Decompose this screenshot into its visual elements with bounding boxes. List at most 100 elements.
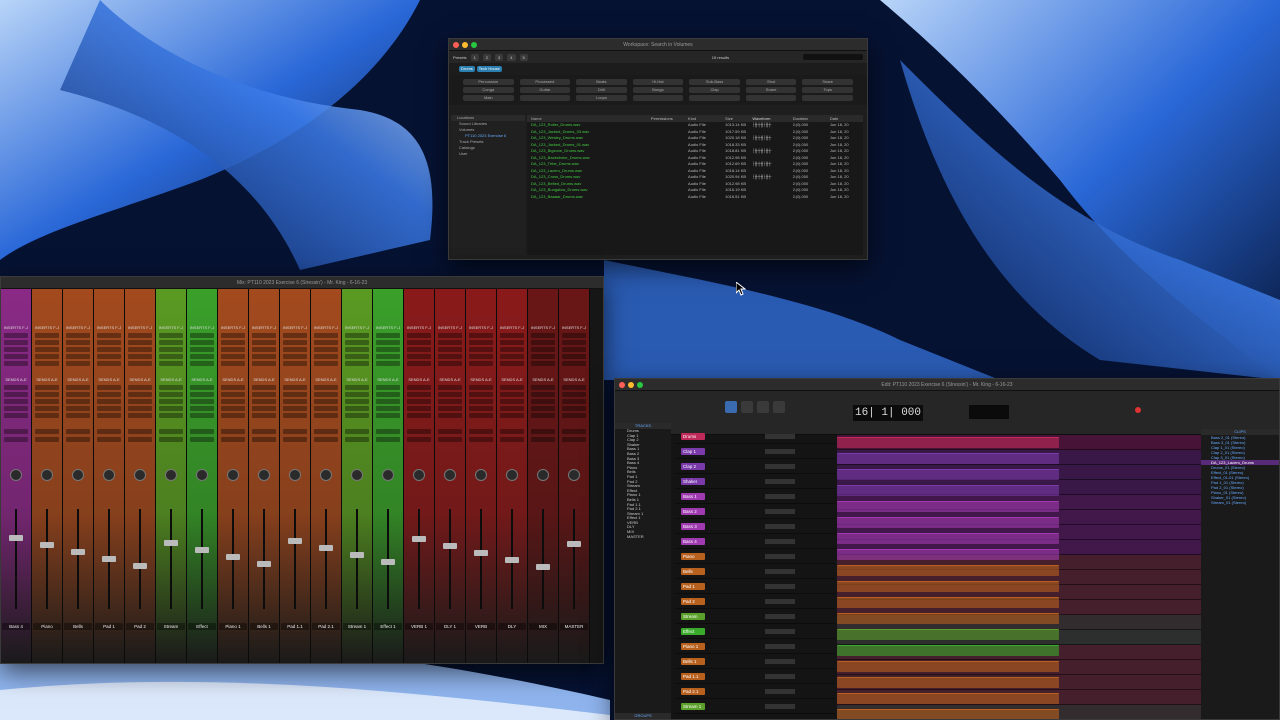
track-name[interactable]: Bass 3 <box>681 522 705 530</box>
insert-slot[interactable] <box>159 340 183 345</box>
send-slot[interactable] <box>159 406 183 411</box>
track-name[interactable]: Bells 1 <box>250 623 278 630</box>
tag-tech-house[interactable]: Tech House <box>476 66 502 72</box>
audio-clip[interactable] <box>837 469 1059 480</box>
category-button[interactable]: Main <box>463 95 514 101</box>
send-slot[interactable] <box>128 413 152 418</box>
pan-knob[interactable] <box>41 469 53 481</box>
io-selector[interactable] <box>376 437 400 442</box>
volume-fader[interactable] <box>71 549 85 555</box>
zoom-icon[interactable] <box>471 42 477 48</box>
track-name[interactable]: Piano <box>33 623 61 630</box>
io-selector[interactable] <box>128 429 152 434</box>
send-slot[interactable] <box>221 406 245 411</box>
insert-slot[interactable] <box>376 333 400 338</box>
insert-slot[interactable] <box>469 340 493 345</box>
send-slot[interactable] <box>252 406 276 411</box>
insert-slot[interactable] <box>438 361 462 366</box>
send-slot[interactable] <box>376 385 400 390</box>
send-slot[interactable] <box>531 392 555 397</box>
io-selector[interactable] <box>469 437 493 442</box>
file-row[interactable]: DA_123_Jacked_Drums_01.wav Audio File 1018… <box>527 141 863 148</box>
io-selector[interactable] <box>345 437 369 442</box>
insert-slot[interactable] <box>438 354 462 359</box>
insert-slot[interactable] <box>283 354 307 359</box>
insert-slot[interactable] <box>128 333 152 338</box>
insert-slot[interactable] <box>97 354 121 359</box>
insert-slot[interactable] <box>35 354 59 359</box>
file-row[interactable]: DA_123_Bungalow_Drums.wav Audio File 1016.… <box>527 187 863 194</box>
track-name[interactable]: DLY 1 <box>436 623 464 630</box>
tag-drums[interactable]: Drums <box>459 66 475 72</box>
io-selector[interactable] <box>438 429 462 434</box>
send-slot[interactable] <box>438 385 462 390</box>
volume-fader[interactable] <box>164 540 178 546</box>
insert-slot[interactable] <box>345 361 369 366</box>
send-slot[interactable] <box>128 399 152 404</box>
file-row[interactable]: DA_123_Bigzone_Drums.wav Audio File 1018.8… <box>527 148 863 155</box>
insert-slot[interactable] <box>469 333 493 338</box>
insert-slot[interactable] <box>562 340 586 345</box>
track-row[interactable]: Bells <box>675 564 835 579</box>
io-selector[interactable] <box>407 429 431 434</box>
insert-slot[interactable] <box>4 333 28 338</box>
io-selector[interactable] <box>190 429 214 434</box>
insert-slot[interactable] <box>35 347 59 352</box>
send-slot[interactable] <box>376 413 400 418</box>
track-name[interactable]: Pad 1.1 <box>281 623 309 630</box>
pan-knob[interactable] <box>196 469 208 481</box>
volume-fader[interactable] <box>381 559 395 565</box>
category-button[interactable]: Percussion <box>463 79 514 85</box>
track-row[interactable]: Bass 3 <box>675 519 835 534</box>
insert-slot[interactable] <box>35 361 59 366</box>
track-buttons[interactable] <box>765 703 795 709</box>
pan-knob[interactable] <box>444 469 456 481</box>
search-input[interactable] <box>803 54 863 60</box>
send-slot[interactable] <box>407 399 431 404</box>
track-name[interactable]: DLY <box>498 623 526 630</box>
category-button[interactable] <box>632 95 684 101</box>
send-slot[interactable] <box>252 392 276 397</box>
insert-slot[interactable] <box>35 340 59 345</box>
track-name[interactable]: Bass 4 <box>681 537 705 545</box>
insert-slot[interactable] <box>376 354 400 359</box>
insert-slot[interactable] <box>314 340 338 345</box>
io-selector[interactable] <box>159 429 183 434</box>
selector-tool-icon[interactable] <box>757 401 769 413</box>
send-slot[interactable] <box>190 385 214 390</box>
send-slot[interactable] <box>438 406 462 411</box>
insert-slot[interactable] <box>252 354 276 359</box>
track-row[interactable]: Stream 1 <box>675 699 835 714</box>
file-row[interactable]: DA_123_Jacked_Drums_03.wav Audio File 1017… <box>527 128 863 135</box>
audio-clip[interactable] <box>837 677 1059 688</box>
preset-1[interactable]: 1 <box>470 53 479 61</box>
insert-slot[interactable] <box>221 340 245 345</box>
category-button[interactable]: Snare <box>802 79 853 85</box>
track-name[interactable]: Bells <box>64 623 92 630</box>
insert-slot[interactable] <box>345 354 369 359</box>
col-name[interactable]: Name <box>531 116 647 121</box>
insert-slot[interactable] <box>469 361 493 366</box>
insert-slot[interactable] <box>469 354 493 359</box>
preset-2[interactable]: 2 <box>482 53 492 61</box>
file-row[interactable]: DA_123_Cross_Drums.wav Audio File 1020.94 … <box>527 174 863 181</box>
send-slot[interactable] <box>531 406 555 411</box>
insert-slot[interactable] <box>97 333 121 338</box>
track-row[interactable]: Pad 1 <box>675 579 835 594</box>
category-button[interactable]: Sub-Bass <box>689 79 740 85</box>
insert-slot[interactable] <box>407 354 431 359</box>
volume-fader[interactable] <box>40 542 54 548</box>
insert-slot[interactable] <box>531 333 555 338</box>
category-button[interactable] <box>745 95 797 101</box>
volume-fader[interactable] <box>288 538 302 544</box>
pan-knob[interactable] <box>537 469 549 481</box>
send-slot[interactable] <box>469 385 493 390</box>
send-slot[interactable] <box>128 406 152 411</box>
send-slot[interactable] <box>190 392 214 397</box>
send-slot[interactable] <box>562 399 586 404</box>
io-selector[interactable] <box>252 429 276 434</box>
track-name[interactable]: Bells <box>681 567 705 575</box>
send-slot[interactable] <box>438 392 462 397</box>
insert-slot[interactable] <box>376 361 400 366</box>
send-slot[interactable] <box>252 413 276 418</box>
